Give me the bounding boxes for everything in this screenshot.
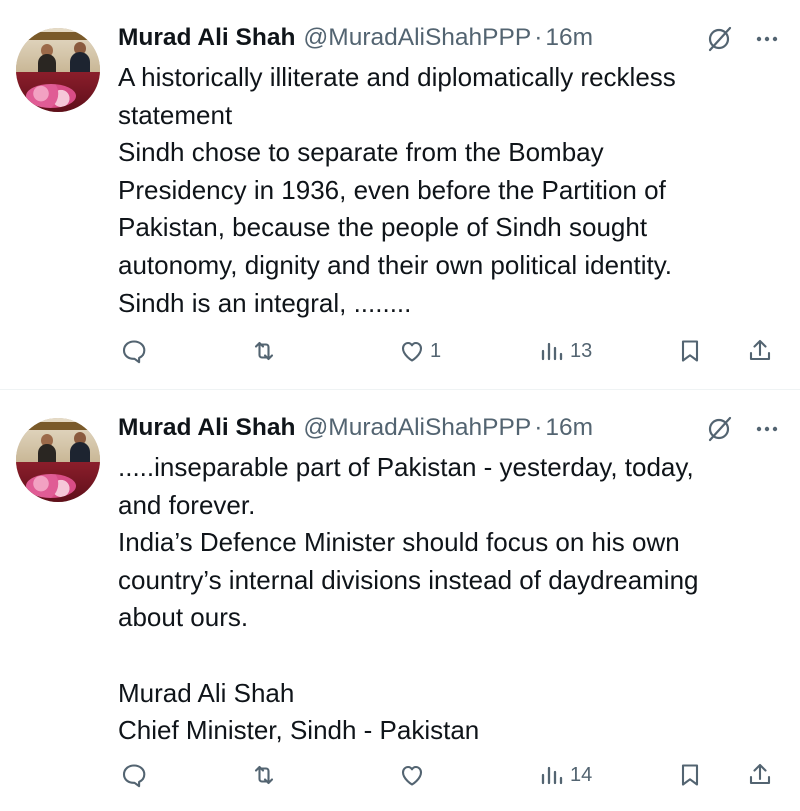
tweet-text-line: statement [118,99,233,130]
repost-icon [254,765,274,785]
share-icon [749,763,771,785]
views-icon [541,342,563,361]
bookmark-button[interactable] [676,331,704,371]
tweet-text-line: Pakistan, because the people of Sindh so… [118,212,648,243]
reply-icon [122,340,146,364]
tweet-text-line: Murad Ali Shah [118,677,295,708]
tweet-text-line: .....inseparable part of Pakistan - yest… [118,452,694,482]
author-handle[interactable]: @MuradAliShahPPP [303,414,531,442]
timestamp[interactable]: 16m [545,24,593,52]
views-count: 14 [570,763,593,786]
like-icon [401,765,423,786]
separator-dot: · [534,24,543,51]
tweet-text-line: India’s Defence Minister should focus on… [118,527,680,558]
like-icon [401,341,423,362]
tweet-text-line: Sindh is an integral, ........ [118,287,412,318]
tweet-text-line: country’s internal divisions instead of … [118,564,699,595]
tweet-text-line: autonomy, dignity and their own politica… [118,249,673,280]
like-count: 1 [430,339,442,362]
tweet-header: Murad Ali Shah @MuradAliShahPPP · 16m [118,24,593,54]
tweet-text-line: and forever. [118,489,256,520]
tweet[interactable]: Murad Ali Shah @MuradAliShahPPP · 16m ..… [0,390,800,811]
bookmark-button[interactable] [676,755,704,795]
tweet[interactable]: Murad Ali Shah @MuradAliShahPPP · 16m A … [0,0,800,389]
tweet-text-line: Presidency in 1936, even before the Part… [118,174,666,205]
action-bar: 1 13 [0,331,800,371]
grok-icon[interactable] [704,24,734,54]
reply-button[interactable] [120,755,152,795]
like-button[interactable] [398,755,430,795]
repost-icon [254,341,274,361]
more-icon[interactable] [752,414,782,444]
tweet-header: Murad Ali Shah @MuradAliShahPPP · 16m [118,414,593,444]
views-button[interactable]: 13 [538,331,592,371]
like-button[interactable]: 1 [398,331,441,371]
tweet-text: .....inseparable part of Pakistan - yest… [118,449,788,750]
repost-button[interactable] [250,755,282,795]
share-icon [749,339,771,361]
author-name[interactable]: Murad Ali Shah [118,414,295,442]
action-bar: 14 [0,755,800,795]
tweet-text-line: A historically illiterate and diplomatic… [118,62,676,92]
views-icon [541,766,563,785]
reply-button[interactable] [120,331,152,371]
grok-icon[interactable] [704,414,734,444]
tweet-text-line: about ours. [118,602,249,633]
author-name[interactable]: Murad Ali Shah [118,24,295,52]
views-button[interactable]: 14 [538,755,592,795]
repost-button[interactable] [250,331,282,371]
separator-dot: · [534,414,543,441]
bookmark-icon [681,340,699,362]
timestamp[interactable]: 16m [545,414,593,442]
tweet-text-line: Chief Minister, Sindh - Pakistan [118,715,480,746]
avatar[interactable] [16,418,100,502]
tweet-text-line [118,637,788,675]
tweet-text-line: Sindh chose to separate from the Bombay [118,137,604,168]
reply-icon [122,764,146,788]
share-button[interactable] [746,331,774,371]
tweet-text: A historically illiterate and diplomatic… [118,59,788,322]
author-handle[interactable]: @MuradAliShahPPP [303,24,531,52]
views-count: 13 [570,339,593,362]
avatar[interactable] [16,28,100,112]
bookmark-icon [681,764,699,786]
share-button[interactable] [746,755,774,795]
more-icon[interactable] [752,24,782,54]
